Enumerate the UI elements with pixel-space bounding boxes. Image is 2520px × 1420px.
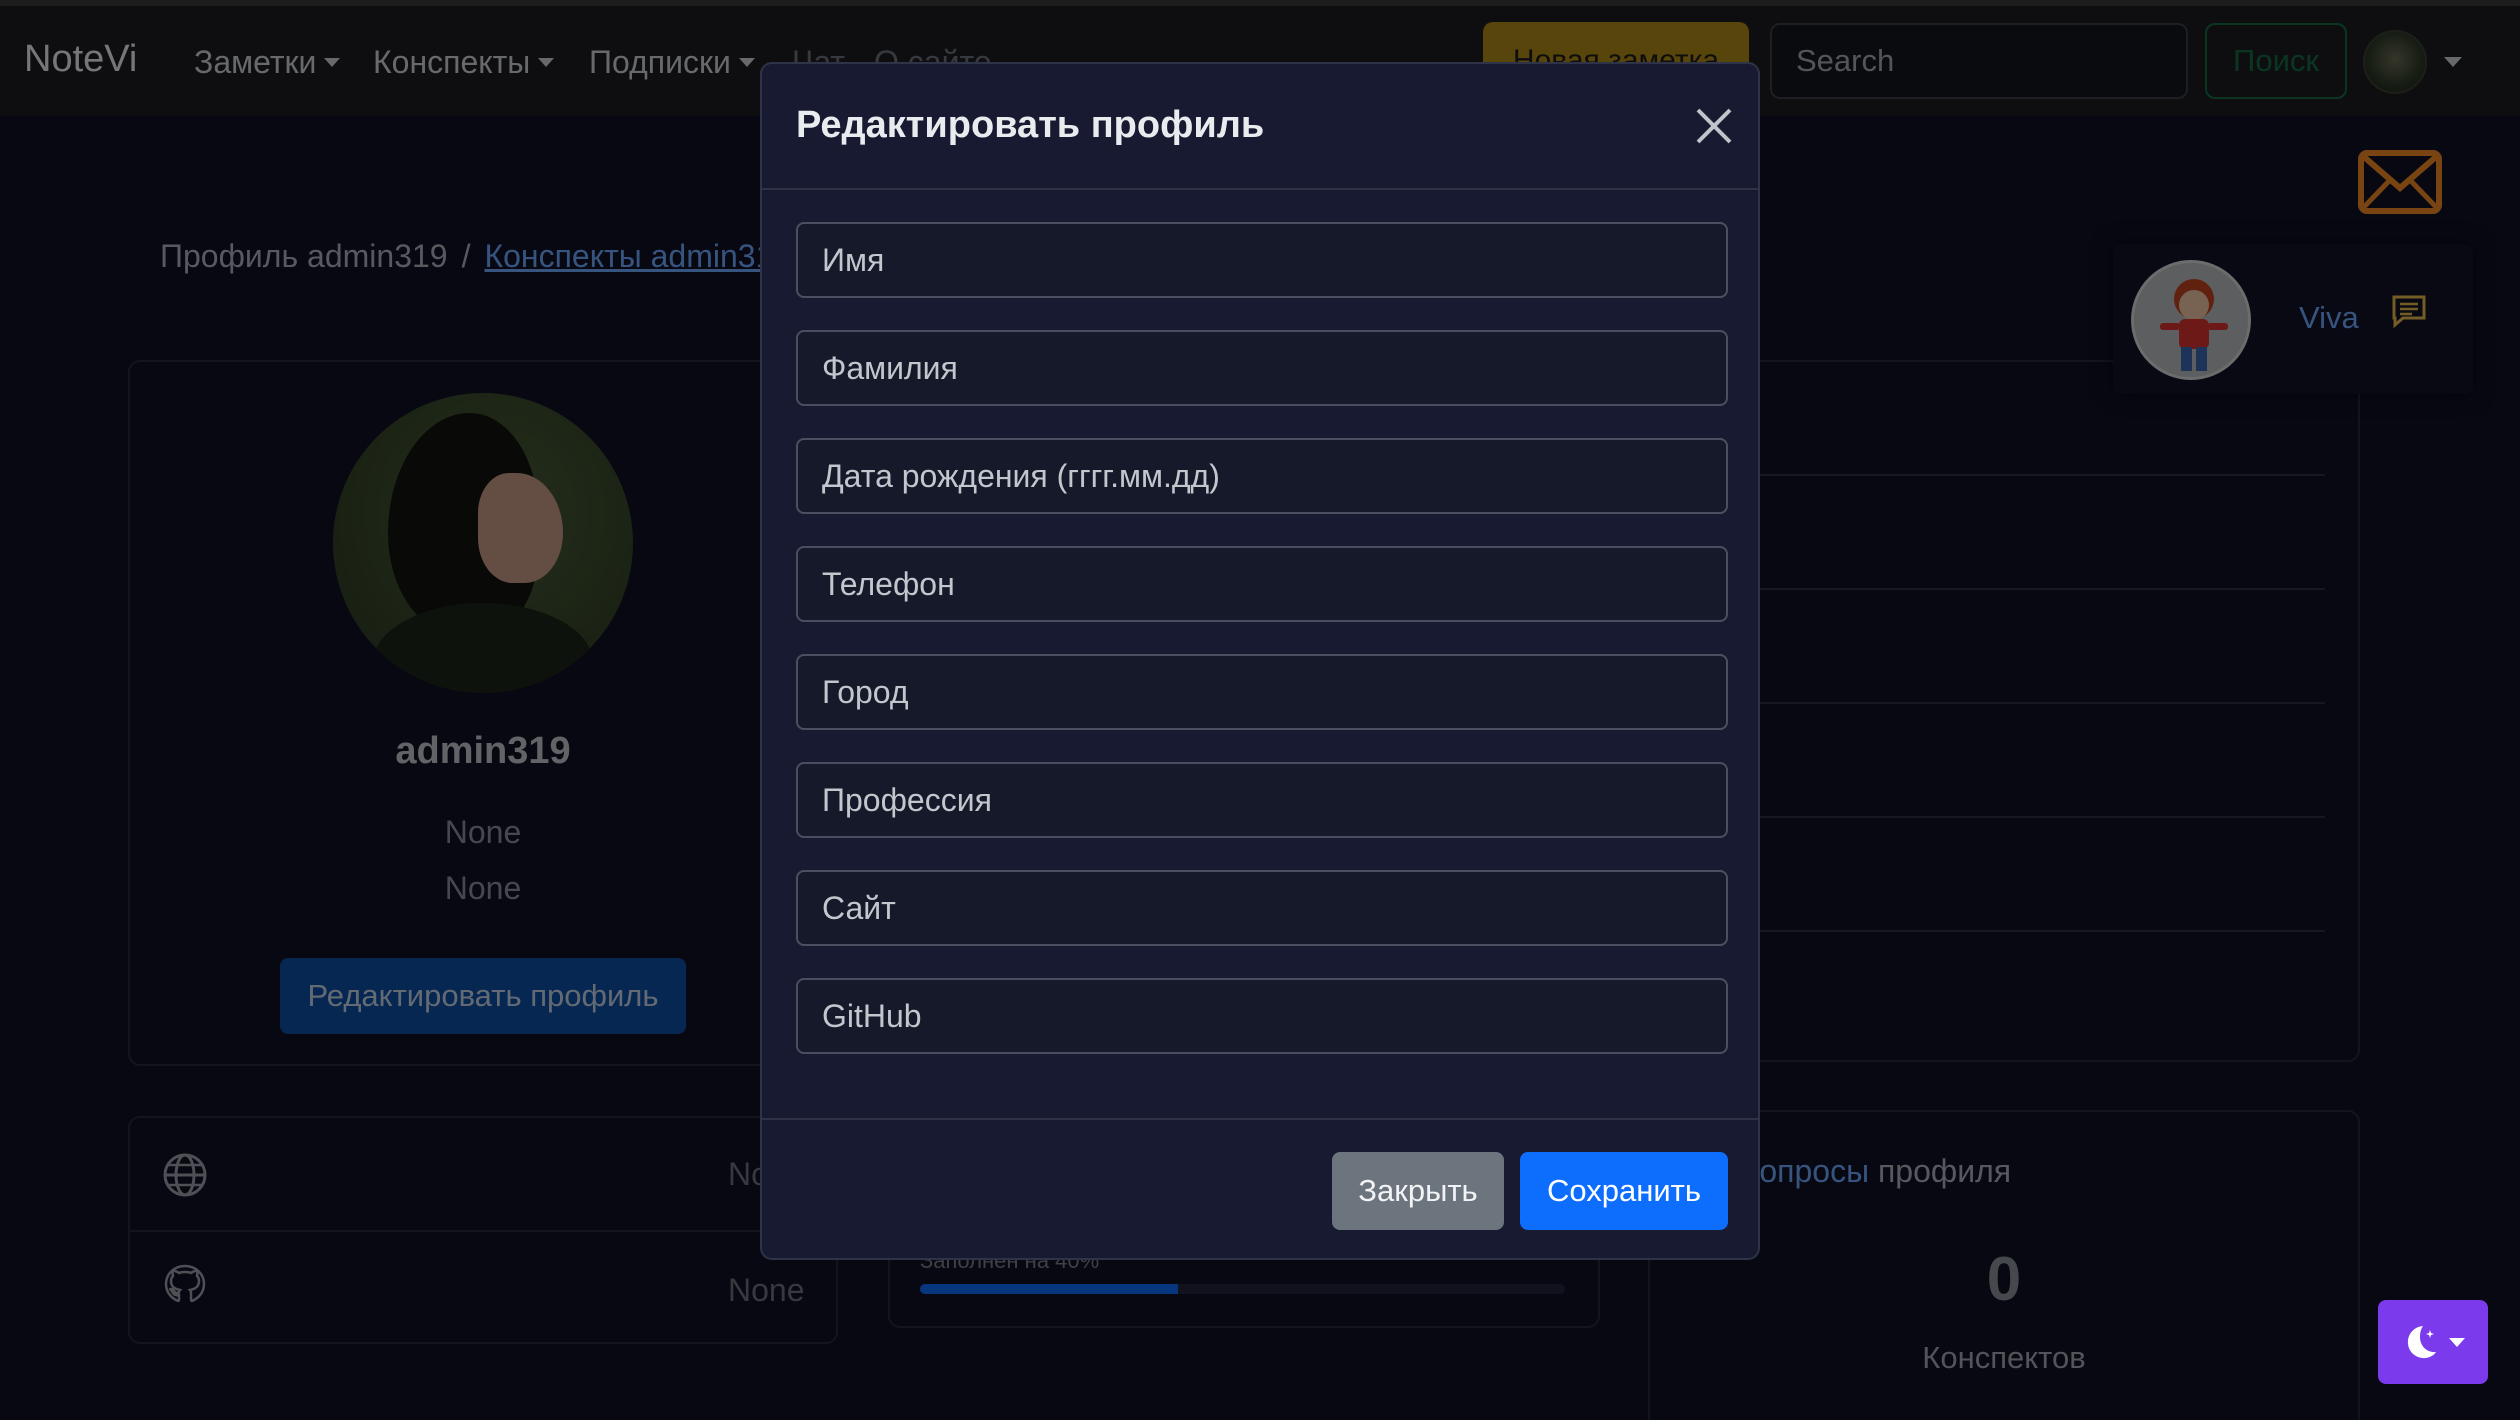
profession-field[interactable]: Профессия [796,762,1728,838]
first-name-field[interactable]: Имя [796,222,1728,298]
theme-toggle-button[interactable] [2378,1300,2488,1384]
phone-field[interactable]: Телефон [796,546,1728,622]
modal-header: Редактировать профиль [762,64,1758,190]
last-name-field[interactable]: Фамилия [796,330,1728,406]
save-button[interactable]: Сохранить [1520,1152,1728,1230]
birth-date-field[interactable]: Дата рождения (гггг.мм.дд) [796,438,1728,514]
edit-profile-modal: Редактировать профиль Имя Фамилия Дата р… [760,62,1760,1260]
moon-stars-icon [2407,1326,2436,1359]
github-field[interactable]: GitHub [796,978,1728,1054]
website-field[interactable]: Сайт [796,870,1728,946]
modal-footer-divider [762,1118,1758,1120]
modal-title: Редактировать профиль [796,104,1265,146]
close-button[interactable]: Закрыть [1332,1152,1504,1230]
chevron-down-icon [2449,1337,2465,1347]
close-icon[interactable] [1692,104,1736,148]
city-field[interactable]: Город [796,654,1728,730]
